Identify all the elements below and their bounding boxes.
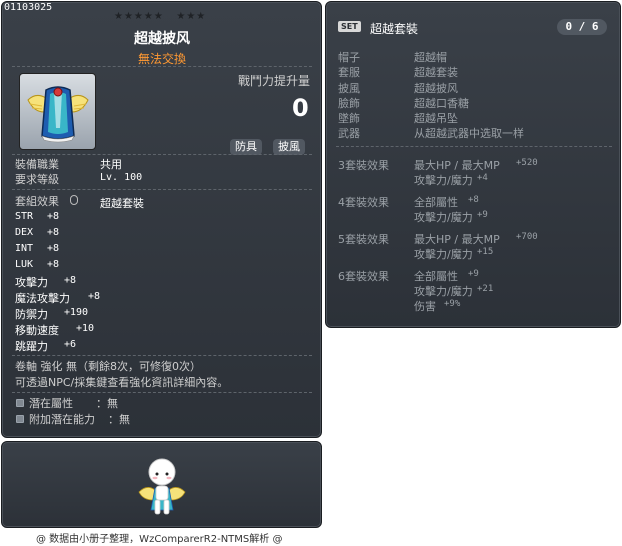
set-effect-line: 最大HP / 最大MP [414,233,500,246]
set-effect-num: +15 [477,247,494,257]
divider [12,189,312,190]
power-gain-label: 戰鬥力提升量 [238,74,311,88]
stat-value-dex: +8 [47,227,60,238]
stat-label-dex: DEX [15,227,34,238]
category-tag-armor: 防具 [230,139,262,155]
potential-bullet-icon [16,399,24,407]
power-gain-value: 0 [292,94,309,122]
set-effect-num: +9 [468,269,479,279]
set-effect-title: 5套裝效果 [338,233,389,246]
divider [12,66,312,67]
stat-value-defense: +190 [64,307,89,318]
set-effect-title: 4套裝效果 [338,196,389,209]
stat-label-int: INT [15,243,34,254]
set-effect-value: 超越套裝 [100,197,144,210]
stat-value-str: +8 [47,211,60,222]
item-name: 超越披风 [134,31,190,47]
stat-value-magic-attack: +8 [88,291,101,302]
scroll-upgrade-line: 卷軸 強化 無（剩餘8次，可修復0次） [15,360,201,373]
set-effect-line: 全部屬性 [414,196,458,209]
stat-label-attack: 攻擊力 [15,276,48,289]
stat-label-magic-attack: 魔法攻擊力 [15,292,70,305]
set-part: 超越吊坠 [414,112,458,125]
set-effect-title: 3套裝效果 [338,159,389,172]
stat-label-str: STR [15,211,34,222]
level-label: 要求等級 [15,173,59,186]
avatar-preview-panel [1,441,322,528]
stat-label-defense: 防禦力 [15,308,48,321]
potential-value: ：無 [96,397,118,410]
divider [12,355,312,356]
bonus-potential-bullet-icon [16,415,24,423]
scroll-hint: 可透過NPC/採集鍵查看強化資訊詳細內容。 [15,376,229,389]
divider [336,146,612,147]
set-effect-line: 攻擊力/魔力 [414,211,473,224]
set-effect-title: 6套裝效果 [338,270,389,283]
trade-note: 無法交換 [137,52,186,66]
set-slot: 臉飾 [338,97,360,110]
set-slot: 墜飾 [338,112,360,125]
item-tooltip-panel: 01103025 ★★★★★ ★★★ 超越披风 無法交換 戰鬥力提升量 0 防具… [1,1,322,438]
item-code: 01103025 [4,2,53,13]
level-value: Lv. 100 [100,172,143,183]
set-effect-num: +520 [516,158,538,168]
stat-value-jump: +6 [64,339,77,350]
stat-label-speed: 移動速度 [15,324,59,337]
set-effect-num: +4 [477,173,488,183]
set-name: 超越套裝 [370,22,419,36]
set-part: 超越套装 [414,66,458,79]
set-effect-num: +700 [516,232,538,242]
set-effect-num: +21 [477,284,494,294]
stat-value-luk: +8 [47,259,60,270]
stars-right: ★★★ [176,11,207,22]
set-part: 从超越武器中选取一样 [414,127,524,140]
footer-credit: @ 数据由小册子整理，WzComparerR2-NTMS解析 @ [36,534,283,545]
stat-label-jump: 跳躍力 [15,340,48,353]
set-tooltip-panel: SET 超越套裝 0 / 6 帽子 超越帽 套服 超越套装 披風 超越披风 臉飾… [325,1,621,328]
set-effect-line: 攻擊力/魔力 [414,248,473,261]
category-tag-cape: 披風 [273,139,305,155]
set-effect-line: 全部屬性 [414,270,458,283]
divider [12,392,312,393]
set-slot: 武器 [338,127,360,140]
set-effect-num: +9 [477,210,488,220]
avatar-figure [138,458,186,515]
stat-value-int: +8 [47,243,60,254]
set-slot: 披風 [338,82,360,95]
cape-icon [27,86,89,143]
set-slot: 帽子 [338,51,360,64]
stars-left: ★★★★★ [114,11,164,22]
mouse-icon [70,195,78,205]
set-effect-num: +9% [444,299,461,309]
job-label: 裝備職業 [15,158,59,171]
divider [12,154,312,155]
set-effect-line: 伤害 [414,300,436,313]
set-slot: 套服 [338,66,360,79]
item-icon-frame [19,73,96,150]
set-count-badge: 0 / 6 [557,19,607,35]
stat-value-speed: +10 [76,323,95,334]
bonus-potential-label: 附加潛在能力 [29,413,95,426]
stat-label-luk: LUK [15,259,34,270]
stat-value-attack: +8 [64,275,77,286]
set-effect-line: 最大HP / 最大MP [414,159,500,172]
job-value: 共用 [100,158,122,171]
set-effect-num: +8 [468,195,479,205]
set-part: 超越披风 [414,82,458,95]
set-part: 超越口香糖 [414,97,469,110]
set-icon: SET [338,21,361,32]
bonus-potential-value: ：無 [108,413,130,426]
star-force-stars: ★★★★★ ★★★ [114,11,206,22]
set-effect-label: 套組效果 [15,195,59,208]
set-effect-line: 攻擊力/魔力 [414,174,473,187]
set-effect-line: 攻擊力/魔力 [414,285,473,298]
set-part: 超越帽 [414,51,447,64]
potential-label: 潛在屬性 [29,397,73,410]
